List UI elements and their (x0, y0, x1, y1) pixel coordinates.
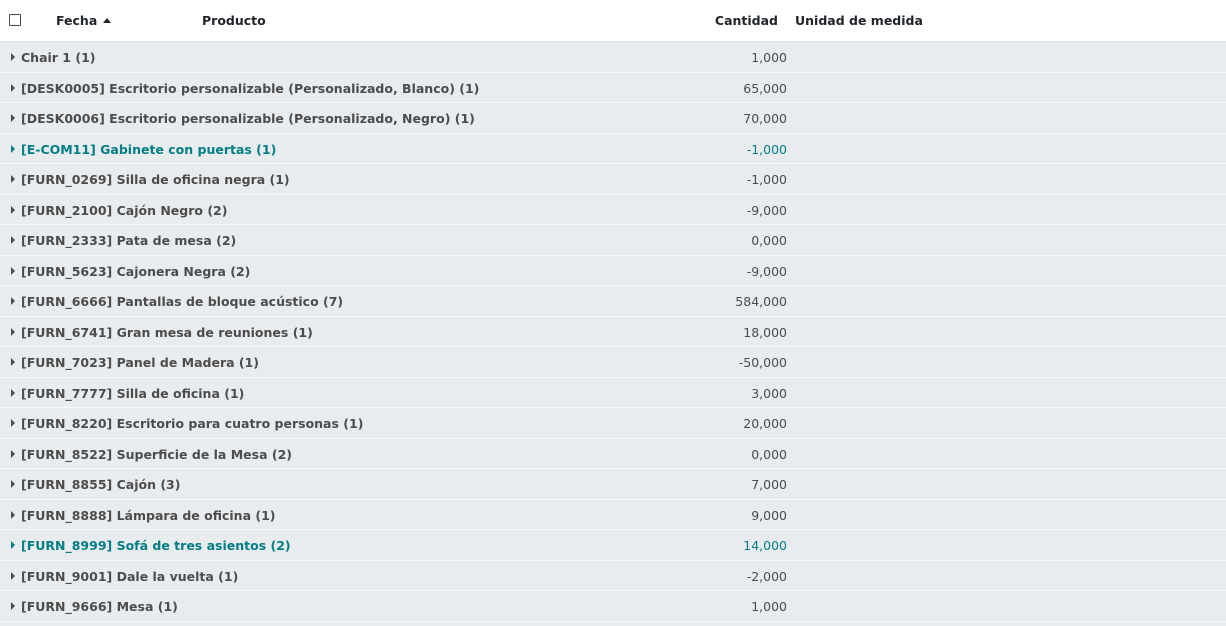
group-label: [DESK0006] Escritorio personalizable (Pe… (21, 111, 475, 126)
group-quantity: 20,000 (743, 416, 787, 431)
group-quantity: 14,000 (743, 538, 787, 553)
group-quantity: 584,000 (735, 294, 787, 309)
column-header-unidad-de-medida[interactable]: Unidad de medida (795, 13, 923, 28)
caret-right-icon (11, 602, 15, 610)
caret-right-icon (11, 266, 15, 275)
caret-right-icon (11, 205, 15, 214)
group-quantity: -1,000 (746, 172, 787, 187)
group-row[interactable]: [FURN_8855] Cajón (3) 7,000 (0, 469, 1226, 500)
group-row[interactable]: [FURN_6741] Gran mesa de reuniones (1) 18… (0, 317, 1226, 347)
table-header: Fecha Producto Cantidad Unidad de medida (0, 0, 1226, 42)
caret-right-icon (11, 53, 15, 61)
group-row[interactable]: [FURN_7777] Silla de oficina (1) 3,000 (0, 378, 1226, 408)
list-view-table: Fecha Producto Cantidad Unidad de medida… (0, 0, 1226, 626)
select-all-checkbox[interactable] (9, 14, 21, 26)
group-row[interactable]: [E-COM11] Gabinete con puertas (1) -1,000 (0, 134, 1226, 164)
group-label: [FURN_7777] Silla de oficina (1) (21, 385, 245, 401)
group-row[interactable]: [FURN_8888] Lámpara de oficina (1) 9,000 (0, 500, 1226, 530)
caret-right-icon (11, 297, 15, 305)
group-quantity: -9,000 (746, 202, 787, 218)
column-header-producto[interactable]: Producto (202, 13, 266, 28)
group-row[interactable]: [FURN_8220] Escritorio para cuatro perso… (0, 408, 1226, 439)
column-label-fecha: Fecha (56, 13, 98, 28)
group-quantity: 3,000 (751, 385, 787, 401)
group-label: [DESK0005] Escritorio personalizable (Pe… (21, 80, 480, 96)
caret-right-icon (11, 175, 15, 183)
caret-right-icon (11, 327, 15, 336)
group-label: [FURN_8855] Cajón (3) (21, 477, 181, 492)
column-header-cantidad[interactable]: Cantidad (715, 13, 778, 28)
group-quantity: 65,000 (743, 80, 787, 96)
caret-right-icon (11, 144, 15, 153)
caret-right-icon (11, 541, 15, 549)
group-quantity: 1,000 (751, 599, 787, 614)
group-row[interactable]: [DESK0006] Escritorio personalizable (Pe… (0, 103, 1226, 134)
group-row[interactable]: [FURN_2100] Cajón Negro (2) -9,000 (0, 195, 1226, 225)
group-row[interactable]: [FURN_9001] Dale la vuelta (1) -2,000 (0, 561, 1226, 591)
caret-right-icon (11, 449, 15, 458)
group-quantity: -9,000 (746, 263, 787, 279)
group-label: [FURN_2100] Cajón Negro (2) (21, 202, 228, 218)
group-label: [FURN_8888] Lámpara de oficina (1) (21, 507, 276, 523)
group-quantity: -2,000 (746, 568, 787, 584)
caret-right-icon (11, 419, 15, 427)
caret-right-icon (11, 571, 15, 580)
group-row[interactable]: [FURN_9666] Mesa (1) 1,000 (0, 591, 1226, 622)
group-quantity: -50,000 (738, 355, 787, 370)
caret-right-icon (11, 480, 15, 488)
group-row[interactable]: [FURN_6666] Pantallas de bloque acústico… (0, 286, 1226, 317)
group-label: [FURN_6666] Pantallas de bloque acústico… (21, 294, 344, 309)
group-quantity: 18,000 (743, 324, 787, 340)
group-label: Chair 1 (1) (21, 50, 96, 65)
group-quantity: 70,000 (743, 111, 787, 126)
group-label: [FURN_8999] Sofá de tres asientos (2) (21, 538, 291, 553)
group-label: [FURN_8522] Superficie de la Mesa (2) (21, 446, 292, 462)
sort-ascending-icon (103, 18, 112, 23)
group-quantity: -1,000 (746, 141, 787, 157)
group-quantity: 1,000 (751, 50, 787, 65)
group-label: [FURN_9666] Mesa (1) (21, 599, 178, 614)
caret-right-icon (11, 83, 15, 92)
caret-right-icon (11, 236, 15, 244)
group-row[interactable]: [FURN_5623] Cajonera Negra (2) -9,000 (0, 256, 1226, 286)
group-quantity: 7,000 (751, 477, 787, 492)
caret-right-icon (11, 388, 15, 397)
caret-right-icon (11, 358, 15, 366)
group-row[interactable]: [FURN_8522] Superficie de la Mesa (2) 0,0… (0, 439, 1226, 469)
group-label: [FURN_5623] Cajonera Negra (2) (21, 263, 251, 279)
group-label: [E-COM11] Gabinete con puertas (1) (21, 141, 277, 157)
group-rows: Chair 1 (1) 1,000 [DESK0005] Escritorio p… (0, 42, 1226, 626)
group-label: [FURN_2333] Pata de mesa (2) (21, 233, 237, 248)
caret-right-icon (11, 114, 15, 122)
group-row[interactable]: [FURN_8999] Sofá de tres asientos (2) 14,… (0, 530, 1226, 561)
group-quantity: 9,000 (751, 507, 787, 523)
group-quantity: 0,000 (751, 446, 787, 462)
group-row[interactable]: [FURN_2333] Pata de mesa (2) 0,000 (0, 225, 1226, 256)
group-label: [FURN_9001] Dale la vuelta (1) (21, 568, 239, 584)
group-label: [FURN_0269] Silla de oficina negra (1) (21, 172, 290, 187)
group-label: [FURN_7023] Panel de Madera (1) (21, 355, 260, 370)
group-row[interactable]: [FURN_7023] Panel de Madera (1) -50,000 (0, 347, 1226, 378)
group-quantity: 0,000 (751, 233, 787, 248)
group-label: [FURN_8220] Escritorio para cuatro perso… (21, 416, 364, 431)
column-header-fecha[interactable]: Fecha (56, 13, 112, 28)
group-label: [FURN_6741] Gran mesa de reuniones (1) (21, 324, 313, 340)
group-row[interactable]: [DESK0005] Escritorio personalizable (Pe… (0, 73, 1226, 103)
caret-right-icon (11, 510, 15, 519)
group-row[interactable]: Chair 1 (1) 1,000 (0, 42, 1226, 73)
group-row[interactable]: [FURN_0269] Silla de oficina negra (1) -1… (0, 164, 1226, 195)
